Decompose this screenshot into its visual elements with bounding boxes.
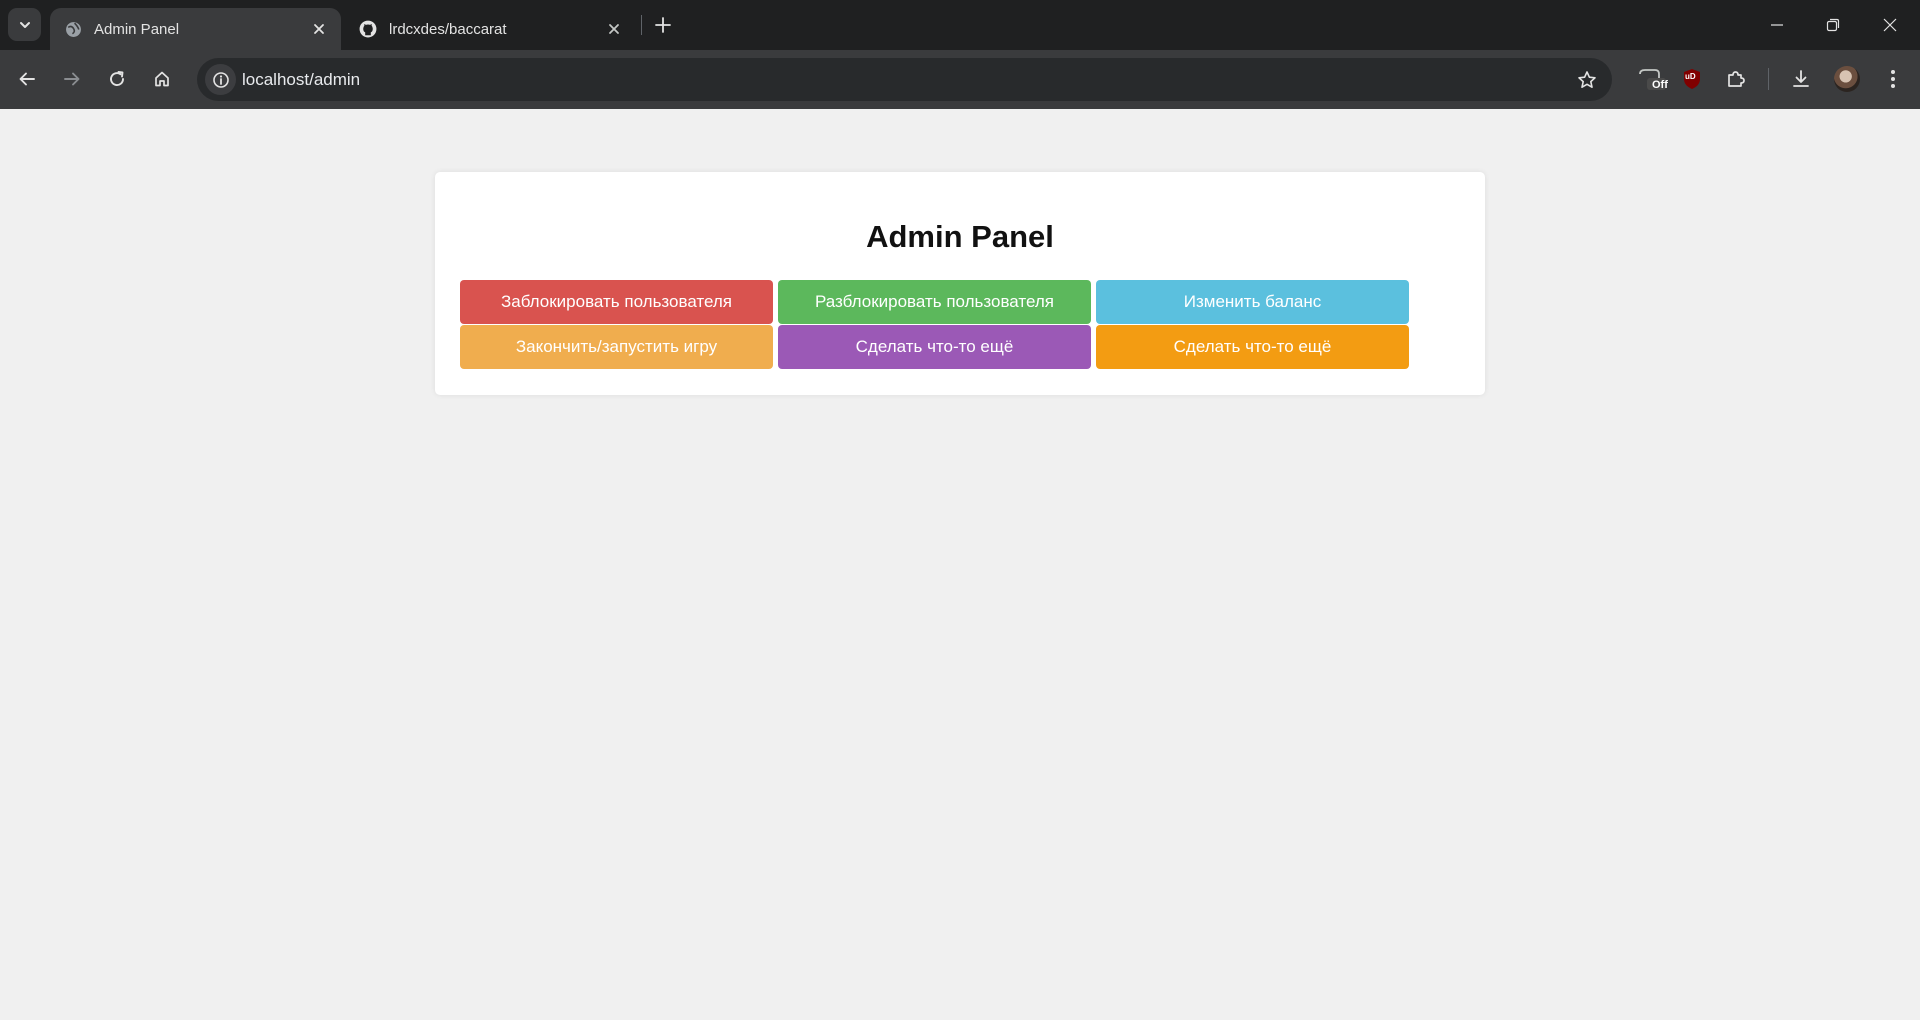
- info-icon: [212, 71, 229, 88]
- admin-panel-card: Admin Panel Заблокировать пользователя Р…: [435, 172, 1485, 395]
- window-close-button[interactable]: [1862, 0, 1918, 50]
- minimize-button[interactable]: [1749, 0, 1805, 50]
- address-bar[interactable]: localhost/admin: [197, 58, 1612, 101]
- toggle-game-button[interactable]: Закончить/запустить игру: [460, 325, 773, 369]
- toolbar-divider: [1768, 68, 1769, 90]
- tab-admin-panel[interactable]: Admin Panel: [50, 8, 341, 50]
- tab-strip: Admin Panel lrdcxdes/baccarat: [0, 0, 1920, 50]
- other-action-button-2[interactable]: Сделать что-то ещё: [1096, 325, 1409, 369]
- star-icon: [1578, 71, 1596, 88]
- arrow-right-icon: [64, 72, 80, 86]
- minimize-icon: [1771, 24, 1783, 26]
- other-action-button-1[interactable]: Сделать что-то ещё: [778, 325, 1091, 369]
- more-vertical-icon: [1891, 70, 1895, 88]
- download-icon: [1793, 70, 1809, 87]
- home-icon: [155, 71, 169, 87]
- extension-badge: uD: [1685, 72, 1696, 81]
- extension-badge: Off: [1652, 79, 1668, 91]
- chevron-down-icon: [19, 21, 30, 28]
- reload-button[interactable]: [100, 62, 134, 96]
- avatar: [1834, 66, 1860, 92]
- extension-off-button[interactable]: Off: [1632, 62, 1672, 96]
- tab-title: lrdcxdes/baccarat: [389, 20, 507, 38]
- restore-button[interactable]: [1805, 0, 1861, 50]
- reload-icon: [110, 71, 124, 86]
- forward-button[interactable]: [55, 62, 89, 96]
- tab-github[interactable]: lrdcxdes/baccarat: [345, 8, 636, 50]
- site-info-button[interactable]: [205, 64, 236, 95]
- close-icon[interactable]: [602, 17, 626, 41]
- extensions-button[interactable]: [1719, 62, 1753, 96]
- unblock-user-button[interactable]: Разблокировать пользователя: [778, 280, 1091, 324]
- back-button[interactable]: [10, 62, 44, 96]
- block-user-button[interactable]: Заблокировать пользователя: [460, 280, 773, 324]
- puzzle-icon: [1728, 71, 1745, 87]
- restore-icon: [1826, 18, 1840, 32]
- page-title: Admin Panel: [866, 219, 1054, 254]
- tab-separator: [641, 15, 642, 35]
- close-icon: [1883, 18, 1897, 32]
- menu-button[interactable]: [1876, 62, 1910, 96]
- new-tab-button[interactable]: [650, 12, 676, 38]
- change-balance-button[interactable]: Изменить баланс: [1096, 280, 1409, 324]
- ublock-button[interactable]: uD: [1675, 62, 1709, 96]
- url-text[interactable]: localhost/admin: [242, 70, 360, 90]
- tab-search-button[interactable]: [8, 8, 41, 41]
- browser-toolbar: localhost/admin Off uD: [0, 50, 1920, 109]
- arrow-left-icon: [19, 72, 35, 86]
- github-icon: [359, 20, 377, 38]
- globe-icon: [64, 20, 82, 38]
- admin-actions: Заблокировать пользователя Разблокироват…: [460, 280, 1410, 369]
- downloads-button[interactable]: [1784, 62, 1818, 96]
- bookmark-button[interactable]: [1574, 67, 1600, 93]
- profile-button[interactable]: [1830, 62, 1864, 96]
- home-button[interactable]: [145, 62, 179, 96]
- tab-title: Admin Panel: [94, 20, 180, 38]
- page-content: Admin Panel Заблокировать пользователя Р…: [0, 109, 1920, 1020]
- plus-icon: [655, 17, 671, 33]
- close-icon[interactable]: [307, 17, 331, 41]
